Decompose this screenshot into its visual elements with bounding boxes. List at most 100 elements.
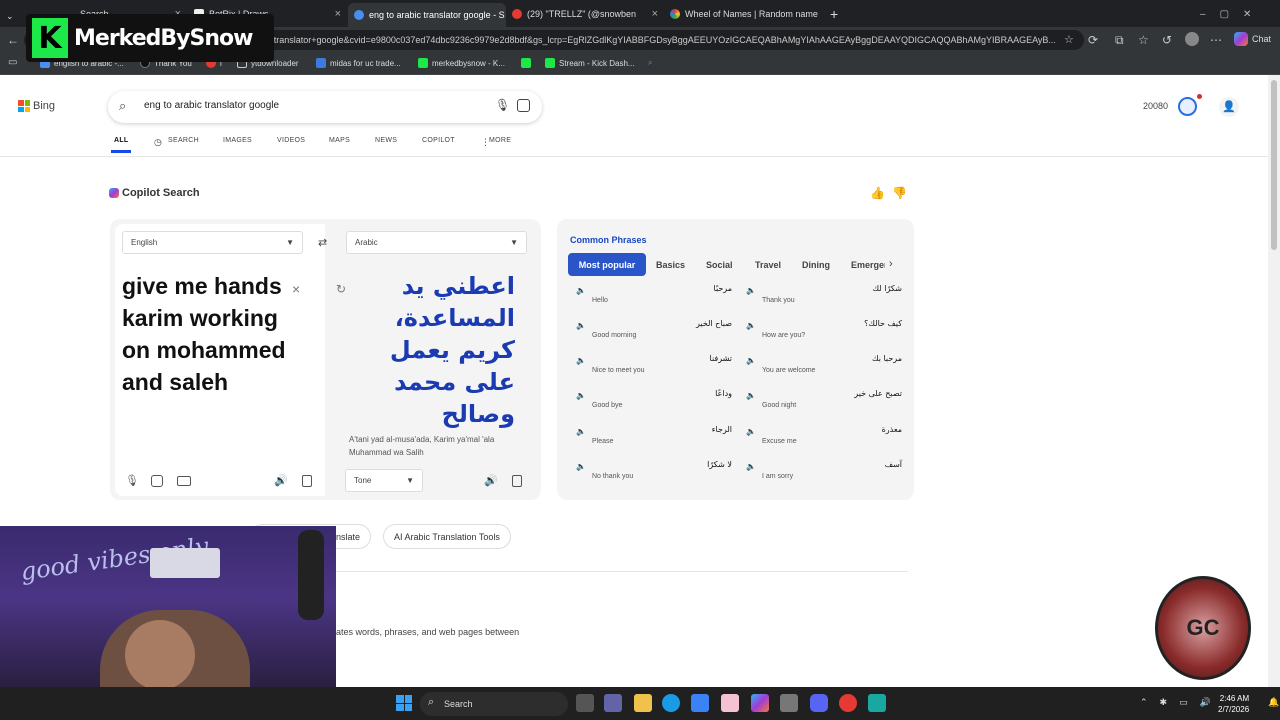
speaker-icon[interactable]: 🔈 xyxy=(746,321,756,330)
chevron-up-icon[interactable]: ⌃ xyxy=(1140,697,1148,708)
copy-icon[interactable] xyxy=(302,475,312,487)
thumbs-down-icon[interactable]: 👎 xyxy=(892,186,907,200)
rewards-points[interactable]: 20080 xyxy=(1143,101,1168,111)
phrase-item[interactable]: 🔈 تشرفنا Nice to meet you xyxy=(572,354,732,384)
close-window-icon[interactable]: ✕ xyxy=(1243,9,1251,20)
discord-icon[interactable] xyxy=(810,694,828,712)
target-language-select[interactable]: Arabic ▼ xyxy=(346,231,527,254)
phrase-item[interactable]: 🔈 الرجاء Please xyxy=(572,425,732,455)
edge-icon[interactable] xyxy=(662,694,680,712)
nav-more[interactable]: MORE xyxy=(489,137,511,144)
speaker-icon[interactable]: 🔊 xyxy=(274,474,288,487)
speaker-icon[interactable]: 🔈 xyxy=(746,427,756,436)
maximize-icon[interactable]: ▢ xyxy=(1220,9,1229,20)
phrase-item[interactable]: 🔈 وداعًا Good bye xyxy=(572,389,732,419)
user-account-icon[interactable]: 👤 xyxy=(1219,97,1239,117)
phrase-item[interactable]: 🔈 مرحبا بك You are welcome xyxy=(742,354,902,384)
phrase-tab-travel[interactable]: Travel xyxy=(755,260,781,270)
photos-icon[interactable] xyxy=(721,694,739,712)
scrollbar-thumb[interactable] xyxy=(1271,80,1277,250)
favorite-star-icon[interactable]: ☆ xyxy=(1064,33,1074,46)
nav-news[interactable]: NEWS xyxy=(375,137,397,144)
speaker-icon[interactable]: 🔈 xyxy=(576,427,586,436)
speaker-icon[interactable]: 🔈 xyxy=(576,286,586,295)
history-icon[interactable]: ↺ xyxy=(1162,33,1172,47)
chevron-right-icon[interactable]: › xyxy=(889,258,893,270)
search-input[interactable]: eng to arabic translator google xyxy=(144,100,279,111)
notepad-icon[interactable] xyxy=(868,694,886,712)
nav-maps[interactable]: MAPS xyxy=(329,137,350,144)
bluetooth-icon[interactable]: ✱ xyxy=(1160,697,1168,708)
clear-text-icon[interactable]: × xyxy=(292,281,300,297)
phrase-tab-social[interactable]: Social xyxy=(706,260,733,270)
tone-select[interactable]: Tone ▼ xyxy=(345,469,423,492)
window-controls[interactable]: – ▢ ✕ xyxy=(1200,4,1280,24)
bookmark-kick[interactable] xyxy=(521,58,535,68)
keyboard-icon[interactable] xyxy=(177,476,191,486)
microphone-icon[interactable]: 🎙 xyxy=(495,98,510,112)
more-menu-icon[interactable]: ⋯ xyxy=(1210,33,1222,47)
phrase-item[interactable]: 🔈 كيف حالك؟ How are you? xyxy=(742,319,902,349)
tab-translator-active[interactable]: eng to arabic translator google - S× xyxy=(348,3,506,27)
split-screen-icon[interactable]: ⧉ xyxy=(1115,33,1124,48)
taskbar-clock[interactable]: 2:46 AM 2/7/2026 xyxy=(1218,693,1249,715)
phrase-item[interactable]: 🔈 آسف I am sorry xyxy=(742,460,902,490)
close-icon[interactable]: × xyxy=(652,8,658,20)
swap-languages-icon[interactable]: ⇄ xyxy=(318,236,327,249)
taskbar-search[interactable]: Search xyxy=(420,692,568,716)
speaker-icon[interactable]: 🔈 xyxy=(576,321,586,330)
nav-images[interactable]: IMAGES xyxy=(223,137,252,144)
bookmark-search-icon[interactable]: ⌕ xyxy=(648,58,652,68)
speaker-icon[interactable]: 🔈 xyxy=(746,391,756,400)
source-language-select[interactable]: English ▼ xyxy=(122,231,303,254)
obs-icon[interactable] xyxy=(839,694,857,712)
copilot-chat-button[interactable]: Chat xyxy=(1234,32,1271,46)
speaker-icon[interactable]: 🔈 xyxy=(746,286,756,295)
minimize-icon[interactable]: – xyxy=(1200,9,1206,20)
visual-search-icon[interactable] xyxy=(517,99,530,112)
bookmark-midas[interactable]: midas for uc trade... xyxy=(316,58,401,68)
speaker-icon[interactable]: 🔈 xyxy=(576,462,586,471)
thumbs-up-icon[interactable]: 👍 xyxy=(870,186,885,200)
extension-icon[interactable]: ⟳ xyxy=(1088,33,1098,47)
source-text-input[interactable]: give me hands karim working on mohammed … xyxy=(122,270,312,398)
phrase-tab-basics[interactable]: Basics xyxy=(656,260,685,270)
speaker-icon[interactable]: 🔊 xyxy=(484,474,498,487)
speaker-icon[interactable]: 🔈 xyxy=(746,356,756,365)
back-icon[interactable]: ← xyxy=(7,33,19,47)
close-icon[interactable]: × xyxy=(335,8,341,20)
nav-videos[interactable]: VIDEOS xyxy=(277,137,305,144)
task-view-icon[interactable] xyxy=(576,694,594,712)
notifications-icon[interactable]: 🔔 xyxy=(1268,697,1279,708)
bookmark-merkedbysnow[interactable]: merkedbysnow - K... xyxy=(418,58,505,68)
copy-icon[interactable] xyxy=(512,475,522,487)
bookmark-stream-kick[interactable]: Stream - Kick Dash... xyxy=(545,58,635,68)
nav-search[interactable]: SEARCH xyxy=(168,137,199,144)
microphone-icon[interactable]: 🎙 xyxy=(125,474,139,487)
speaker-icon[interactable]: 🔈 xyxy=(746,462,756,471)
phrase-item[interactable]: 🔈 شكرًا لك Thank you xyxy=(742,284,902,314)
phrase-item[interactable]: 🔈 صباح الخير Good morning xyxy=(572,319,732,349)
windows-start-icon[interactable] xyxy=(396,695,412,711)
favorites-icon[interactable]: ☆ xyxy=(1138,33,1149,47)
bing-logo[interactable]: Bing xyxy=(18,100,55,112)
phrase-item[interactable]: 🔈 تصبح على خير Good night xyxy=(742,389,902,419)
speaker-icon[interactable]: 🔈 xyxy=(576,391,586,400)
system-tray[interactable]: ⌃ ✱ ▭ 🔊 xyxy=(1140,697,1211,708)
speaker-icon[interactable]: 🔊 xyxy=(1200,697,1211,708)
related-search-chip[interactable]: AI Arabic Translation Tools xyxy=(383,524,511,549)
nav-copilot[interactable]: COPILOT xyxy=(422,137,455,144)
teams-icon[interactable] xyxy=(604,694,622,712)
copilot-app-icon[interactable] xyxy=(751,694,769,712)
phrase-tab-most-popular[interactable]: Most popular xyxy=(568,253,646,276)
nav-all[interactable]: ALL xyxy=(114,137,129,144)
tab-twitter[interactable]: (29) "TRELLZ" (@snowben × xyxy=(510,4,662,24)
tab-wheel-of-names[interactable]: Wheel of Names | Random name p× xyxy=(668,4,820,24)
phrase-item[interactable]: 🔈 مرحبًا Hello xyxy=(572,284,732,314)
phrase-tab-emergency[interactable]: Emergen xyxy=(851,260,885,270)
tab-list-icon[interactable]: ▭ xyxy=(8,57,17,68)
store-icon[interactable] xyxy=(691,694,709,712)
phrase-item[interactable]: 🔈 معذرة Excuse me xyxy=(742,425,902,455)
phrase-tab-dining[interactable]: Dining xyxy=(802,260,830,270)
profile-avatar[interactable] xyxy=(1185,32,1199,46)
